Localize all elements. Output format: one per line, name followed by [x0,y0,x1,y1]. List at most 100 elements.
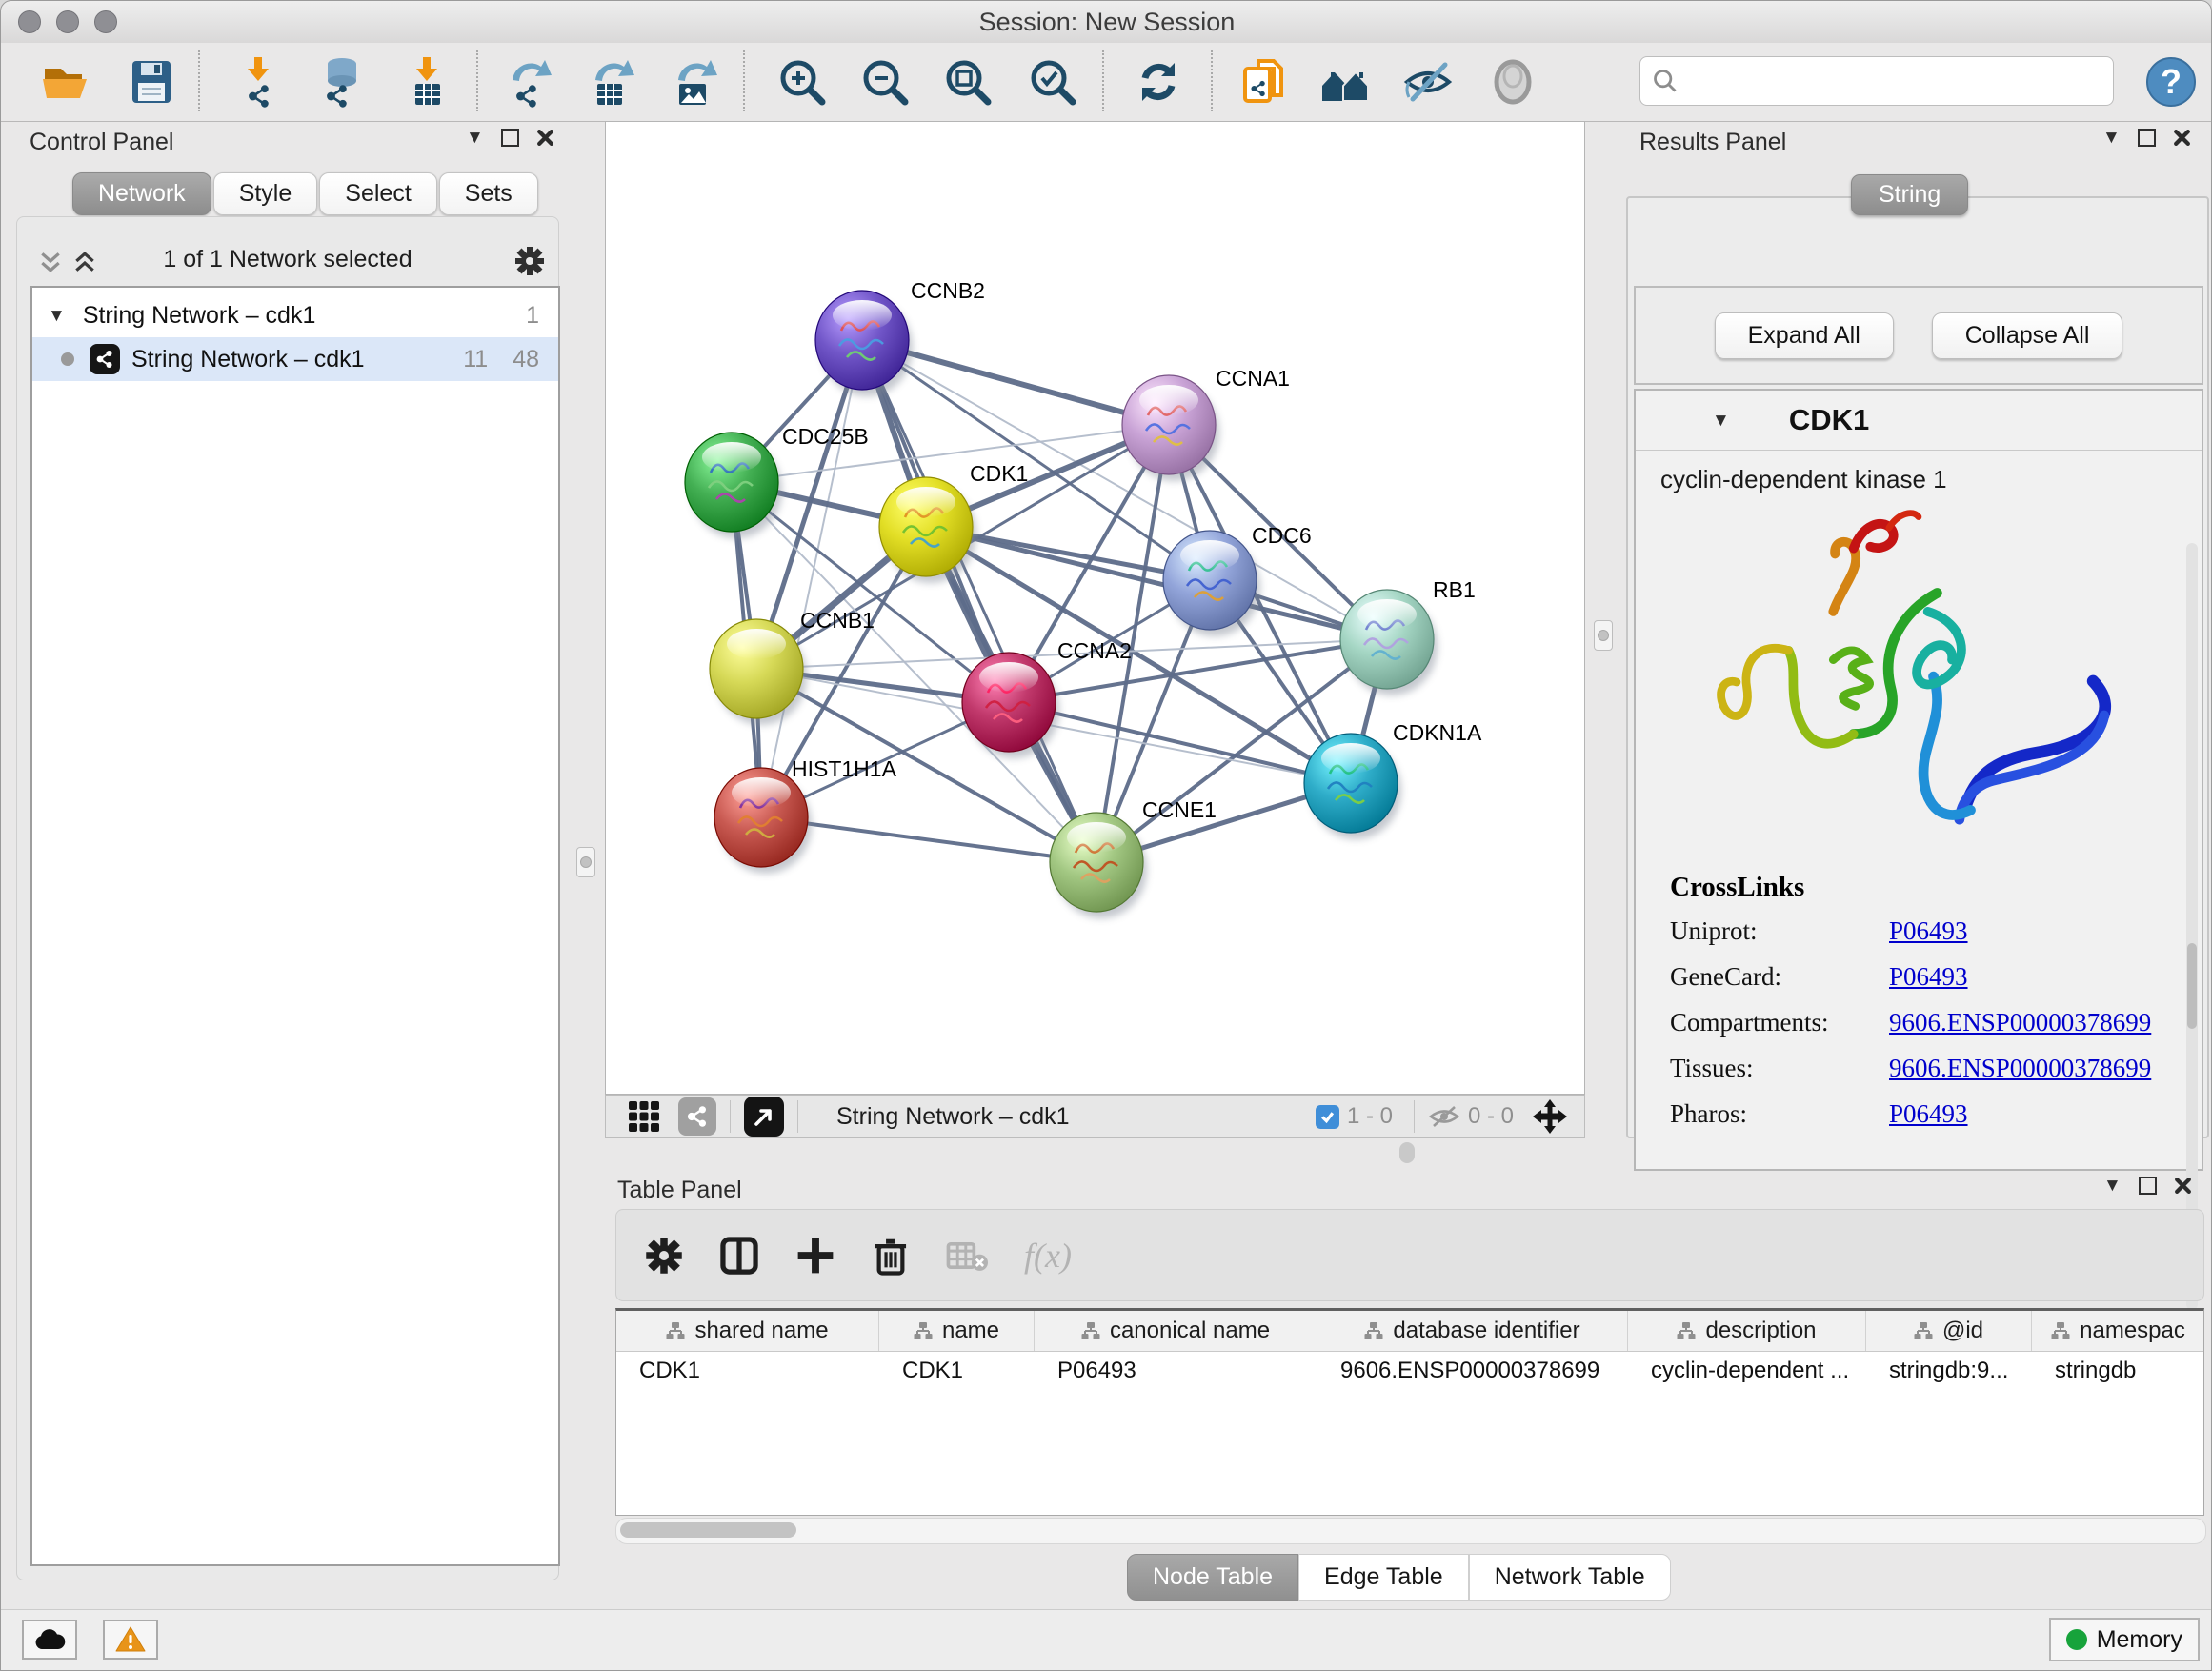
network-node[interactable] [1122,375,1219,481]
save-session-button[interactable] [125,55,178,109]
table-cell[interactable]: CDK1 [879,1352,1035,1392]
network-edge[interactable] [862,340,1096,862]
tab-select[interactable]: Select [319,172,436,215]
export-network-button[interactable] [501,55,554,109]
collapse-panel-icon[interactable]: ▼ [2103,1177,2122,1195]
table-cell[interactable]: CDK1 [616,1352,879,1392]
column-header-label: shared name [694,1318,828,1344]
table-column-header[interactable]: name [879,1311,1035,1351]
network-node[interactable] [1050,813,1147,918]
zoom-fit-button[interactable] [941,55,995,109]
zoom-in-button[interactable] [775,55,829,109]
sphere-view-button[interactable] [1486,55,1539,109]
table-column-header[interactable]: namespac [2032,1311,2204,1351]
network-node[interactable] [685,433,782,538]
crosslink-link[interactable]: P06493 [1889,962,1968,992]
table-column-header[interactable]: @id [1866,1311,2032,1351]
table-hscrollbar-thumb[interactable] [620,1522,796,1538]
table-cell[interactable]: stringdb:9... [1866,1352,2032,1392]
crosslink-link[interactable]: P06493 [1889,916,1968,946]
left-splitter-handle[interactable] [576,847,595,877]
table-hscrollbar[interactable] [615,1518,2206,1544]
network-canvas[interactable]: CCNB2CCNA1CDC25BCDK1CDC6RB1CCNB1CCNA2CDK… [605,121,1585,1095]
svg-text:?: ? [2161,62,2182,101]
collapse-panel-icon[interactable]: ▼ [466,129,484,147]
crosslink-link[interactable]: P06493 [1889,1099,1968,1129]
network-node[interactable] [1304,734,1401,839]
gear-icon[interactable] [514,246,545,276]
network-node[interactable] [1163,531,1260,636]
tab-style[interactable]: Style [213,172,318,215]
collapse-panel-icon[interactable]: ▼ [2102,129,2121,147]
import-network-from-database-button[interactable] [313,55,367,109]
hide-glyphs-button[interactable] [1401,55,1455,109]
table-column-header[interactable]: description [1628,1311,1866,1351]
table-column-header[interactable]: shared name [616,1311,879,1351]
table-cell[interactable]: 9606.ENSP00000378699 [1317,1352,1628,1392]
network-row[interactable]: String Network – cdk1 11 48 [32,337,558,381]
network-node[interactable] [714,768,812,874]
grid-view-icon[interactable] [627,1099,661,1134]
export-table-button[interactable] [584,55,637,109]
tab-network[interactable]: Network [72,172,211,215]
export-image-button[interactable] [667,55,720,109]
network-edge[interactable] [761,340,862,817]
table-cell[interactable]: cyclin-dependent ... [1628,1352,1866,1392]
add-column-icon[interactable] [795,1236,835,1276]
close-panel-icon[interactable] [2173,129,2191,147]
tree-expand-icon[interactable]: ▼ [48,307,66,325]
close-panel-icon[interactable] [536,129,554,147]
network-node[interactable] [815,291,913,396]
help-button[interactable]: ? [2144,55,2198,109]
hidden-items-icon[interactable] [1428,1104,1460,1129]
tab-string[interactable]: String [1851,174,1968,215]
results-panel: Results Panel ▼ String Expand All Collap… [1626,121,2212,1161]
cloud-status-button[interactable] [22,1620,77,1660]
refresh-view-button[interactable] [1132,55,1185,109]
pan-crosshair-icon[interactable] [1531,1097,1569,1136]
network-edge[interactable] [1009,702,1351,783]
right-splitter-handle[interactable] [1594,620,1613,651]
table-cell[interactable]: P06493 [1035,1352,1317,1392]
network-node[interactable] [879,477,976,583]
string-home-icon-button[interactable] [1318,55,1372,109]
table-gear-icon[interactable] [645,1237,683,1275]
table-column-header[interactable]: canonical name [1035,1311,1317,1351]
birds-eye-view-button[interactable] [744,1097,784,1137]
network-collection-row[interactable]: ▼ String Network – cdk1 1 [32,293,558,337]
tab-network-table[interactable]: Network Table [1469,1554,1671,1601]
network-view-icon[interactable] [678,1097,716,1136]
tab-sets[interactable]: Sets [439,172,538,215]
tab-edge-table[interactable]: Edge Table [1298,1554,1469,1601]
import-table-button[interactable] [400,55,453,109]
float-panel-icon[interactable] [2138,129,2156,147]
float-panel-icon[interactable] [501,129,519,147]
open-session-button[interactable] [39,55,92,109]
copy-network-style-button[interactable] [1237,55,1291,109]
crosslink-link[interactable]: 9606.ENSP00000378699 [1889,1054,2151,1083]
results-scrollbar-thumb[interactable] [2187,943,2197,1029]
zoom-out-button[interactable] [858,55,912,109]
zoom-selected-button[interactable] [1026,55,1079,109]
horizontal-splitter-handle[interactable] [1399,1142,1415,1163]
network-node[interactable] [962,653,1059,758]
warnings-button[interactable] [103,1620,158,1660]
collapse-card-icon[interactable]: ▼ [1712,412,1730,430]
delete-column-icon[interactable] [872,1236,910,1276]
memory-button[interactable]: Memory [2049,1618,2200,1661]
table-row[interactable]: CDK1CDK1P064939606.ENSP00000378699cyclin… [616,1352,2203,1392]
close-panel-icon[interactable] [2174,1177,2192,1195]
search-input[interactable] [1686,61,2100,99]
table-cell[interactable]: stringdb [2032,1352,2204,1392]
network-node[interactable] [1340,590,1438,695]
selected-checkbox-icon[interactable] [1316,1105,1339,1129]
import-network-button[interactable] [231,55,285,109]
show-columns-icon[interactable] [719,1236,759,1276]
tab-node-table[interactable]: Node Table [1127,1554,1298,1601]
table-column-header[interactable]: database identifier [1317,1311,1628,1351]
collapse-all-button[interactable]: Collapse All [1932,312,2123,359]
expand-all-button[interactable]: Expand All [1715,312,1894,359]
float-panel-icon[interactable] [2139,1177,2157,1195]
crosslink-link[interactable]: 9606.ENSP00000378699 [1889,1008,2151,1037]
protein-card-header[interactable]: ▼ CDK1 [1636,391,2202,451]
